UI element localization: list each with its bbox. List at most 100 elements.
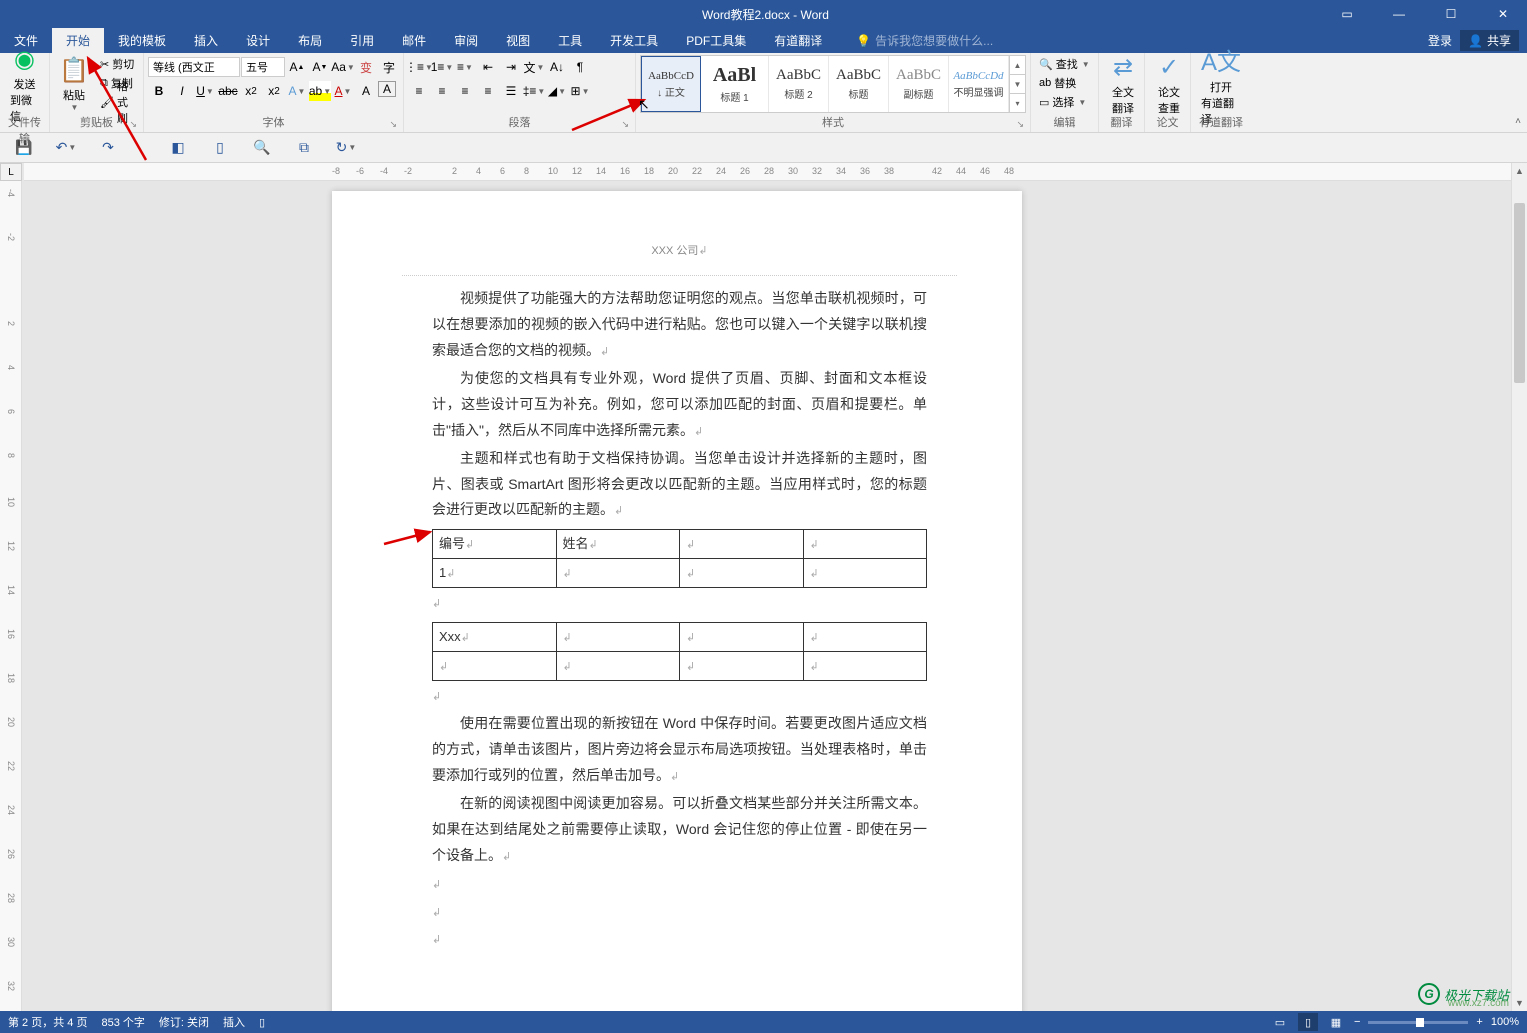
highlight-button[interactable]: ab▼ [309, 81, 331, 101]
document-page[interactable]: XXX 公司↲ 视频提供了功能强大的方法帮助您证明您的观点。当您单击联机视频时，… [332, 191, 1022, 1011]
superscript-button[interactable]: x2 [263, 81, 285, 101]
table-cell[interactable]: ↲ [680, 623, 804, 652]
paragraph-3[interactable]: 主题和样式也有助于文档保持协调。当您单击设计并选择新的主题时，图片、图表或 Sm… [432, 446, 927, 524]
font-launcher-icon[interactable]: ↘ [389, 119, 397, 130]
font-size-select[interactable]: 五号 [241, 57, 285, 77]
shrink-font-button[interactable]: A▼ [309, 57, 331, 77]
italic-button[interactable]: I [171, 81, 193, 101]
table-cell[interactable]: ↲ [680, 652, 804, 681]
paragraph-2[interactable]: 为使您的文档具有专业外观，Word 提供了页眉、页脚、封面和文本框设计，这些设计… [432, 366, 927, 444]
table-cell[interactable]: ↲ [803, 530, 927, 559]
table-cell[interactable]: ↲ [803, 623, 927, 652]
enclose-chars-button[interactable]: 字 [378, 57, 400, 77]
shading-button[interactable]: ◢▼ [546, 81, 568, 101]
clipboard-launcher-icon[interactable]: ↘ [129, 119, 137, 130]
tab-design[interactable]: 设计 [232, 28, 284, 53]
share-button[interactable]: 👤 共享 [1460, 30, 1519, 51]
tab-pdf-tools[interactable]: PDF工具集 [672, 28, 760, 53]
justify-button[interactable]: ≡ [477, 81, 499, 101]
paste-button[interactable]: 📋 粘贴 ▼ [54, 55, 94, 113]
show-marks-button[interactable]: ¶ [569, 57, 591, 77]
qat-btn-2[interactable]: ▯ [208, 136, 232, 160]
multilevel-list-button[interactable]: ≡▼ [454, 57, 476, 77]
empty-para-a[interactable]: ↲ [432, 871, 927, 897]
char-border-button[interactable]: A [378, 81, 396, 97]
table-row[interactable]: Xxx↲ ↲ ↲ ↲ [433, 623, 927, 652]
table-cell[interactable]: 1↲ [433, 559, 557, 588]
qat-btn-3[interactable]: 🔍 [250, 136, 274, 160]
collapse-ribbon-icon[interactable]: ˄ [1515, 116, 1521, 127]
full-translate-button[interactable]: ⇄ 全文 翻译 [1103, 55, 1143, 113]
styles-launcher-icon[interactable]: ↘ [1016, 119, 1024, 130]
bold-button[interactable]: B [148, 81, 170, 101]
insert-mode[interactable]: 插入 [223, 1014, 245, 1030]
paragraph-5[interactable]: 在新的阅读视图中阅读更加容易。可以折叠文档某些部分并关注所需文本。如果在达到结尾… [432, 791, 927, 869]
font-name-select[interactable]: 等线 (西文正 [148, 57, 240, 77]
tab-youdao[interactable]: 有道翻译 [760, 28, 836, 53]
find-button[interactable]: 🔍 查找▼ [1035, 55, 1094, 73]
table-cell[interactable]: ↲ [556, 623, 680, 652]
grow-font-button[interactable]: A▲ [286, 57, 308, 77]
strikethrough-button[interactable]: abc [217, 81, 239, 101]
plagiarism-check-button[interactable]: ✓ 论文 查重 [1149, 55, 1189, 113]
zoom-level[interactable]: 100% [1491, 1016, 1519, 1028]
empty-paragraph-2[interactable]: ↲ [432, 683, 927, 709]
track-changes-status[interactable]: 修订: 关闭 [159, 1014, 209, 1030]
qat-btn-5[interactable]: ↻▼ [334, 136, 358, 160]
tab-references[interactable]: 引用 [336, 28, 388, 53]
qat-btn-4[interactable]: ⧉ [292, 136, 316, 160]
vertical-scrollbar[interactable]: ▲ ▼ [1511, 163, 1527, 1011]
page-header[interactable]: XXX 公司↲ [432, 241, 927, 261]
send-to-wechat-button[interactable]: ◉ 发送 到微信 [4, 55, 45, 113]
font-color-button[interactable]: A▼ [332, 81, 354, 101]
change-case-button[interactable]: Aa▼ [332, 57, 354, 77]
minimize-button[interactable]: — [1379, 0, 1419, 28]
tab-layout[interactable]: 布局 [284, 28, 336, 53]
distribute-button[interactable]: ☰ [500, 81, 522, 101]
gallery-more-button[interactable]: ▾ [1010, 94, 1025, 112]
gallery-up-button[interactable]: ▲ [1010, 56, 1025, 75]
tab-review[interactable]: 审阅 [440, 28, 492, 53]
text-effects-button[interactable]: A▼ [286, 81, 308, 101]
close-button[interactable]: ✕ [1483, 0, 1523, 28]
tab-developer[interactable]: 开发工具 [596, 28, 672, 53]
scroll-down-button[interactable]: ▼ [1512, 995, 1527, 1011]
asian-layout-button[interactable]: 文▼ [523, 57, 545, 77]
style-title[interactable]: AaBbC 标题 [829, 56, 889, 112]
style-normal[interactable]: AaBbCcD ↓ 正文 [641, 56, 701, 112]
table-cell[interactable]: 编号↲ [433, 530, 557, 559]
numbering-button[interactable]: 1≡▼ [431, 57, 453, 77]
increase-indent-button[interactable]: ⇥ [500, 57, 522, 77]
table-1[interactable]: 编号↲ 姓名↲ ↲ ↲ 1↲ ↲ ↲ ↲ [432, 529, 927, 588]
tab-insert[interactable]: 插入 [180, 28, 232, 53]
table-cell[interactable]: ↲ [680, 559, 804, 588]
sort-button[interactable]: A↓ [546, 57, 568, 77]
empty-paragraph[interactable]: ↲ [432, 590, 927, 616]
open-youdao-button[interactable]: A文 打开 有道翻译 [1195, 55, 1247, 113]
gallery-down-button[interactable]: ▼ [1010, 75, 1025, 94]
align-left-button[interactable]: ≡ [408, 81, 430, 101]
table-row[interactable]: 编号↲ 姓名↲ ↲ ↲ [433, 530, 927, 559]
table-row[interactable]: 1↲ ↲ ↲ ↲ [433, 559, 927, 588]
tab-mailings[interactable]: 邮件 [388, 28, 440, 53]
align-center-button[interactable]: ≡ [431, 81, 453, 101]
undo-button[interactable]: ↶▼ [54, 136, 78, 160]
line-spacing-button[interactable]: ‡≡▼ [523, 81, 545, 101]
table-cell[interactable]: ↲ [680, 530, 804, 559]
table-cell[interactable]: 姓名↲ [556, 530, 680, 559]
style-subtitle[interactable]: AaBbC 副标题 [889, 56, 949, 112]
redo-button[interactable]: ↷ [96, 136, 120, 160]
cut-button[interactable]: ✂ 剪切 [96, 55, 139, 73]
decrease-indent-button[interactable]: ⇤ [477, 57, 499, 77]
scroll-thumb[interactable] [1514, 203, 1525, 383]
table-cell[interactable]: ↲ [803, 652, 927, 681]
tab-tools[interactable]: 工具 [544, 28, 596, 53]
zoom-in-button[interactable]: + [1476, 1016, 1482, 1028]
tab-view[interactable]: 视图 [492, 28, 544, 53]
borders-button[interactable]: ⊞▼ [569, 81, 591, 101]
maximize-button[interactable]: ☐ [1431, 0, 1471, 28]
tab-home[interactable]: 开始 [52, 28, 104, 53]
tab-template[interactable]: 我的模板 [104, 28, 180, 53]
style-heading1[interactable]: AaBl 标题 1 [701, 56, 769, 112]
format-painter-button[interactable]: 🖌 格式刷 [96, 93, 139, 111]
